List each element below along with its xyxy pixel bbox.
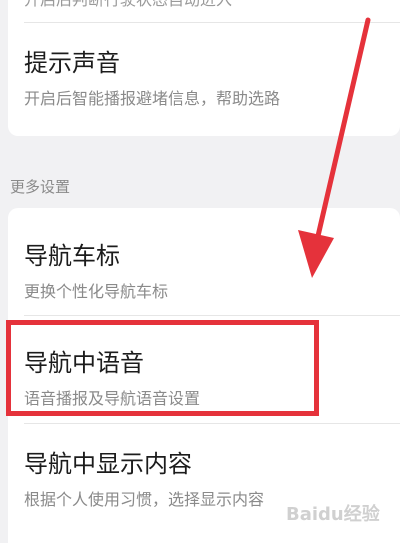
setting-item-prompt-sound[interactable]: 提示声音 开启后智能播报避堵信息，帮助选路 <box>8 23 400 131</box>
setting-item-title: 导航车标 <box>24 242 120 270</box>
settings-card-top: 开启后判断行驶状态自动进入 提示声音 开启后智能播报避堵信息，帮助选路 <box>8 0 400 136</box>
setting-item-nav-display-content[interactable]: 导航中显示内容 根据个人使用习惯，选择显示内容 <box>8 424 400 532</box>
partial-subtitle: 开启后判断行驶状态自动进入 <box>24 0 232 10</box>
settings-page: 开启后判断行驶状态自动进入 提示声音 开启后智能播报避堵信息，帮助选路 更多设置… <box>0 0 400 543</box>
setting-item-subtitle: 更换个性化导航车标 <box>24 282 169 301</box>
setting-item-subtitle: 根据个人使用习惯，选择显示内容 <box>24 490 265 509</box>
settings-card-more: 导航车标 更换个性化导航车标 导航中语音 语音播报及导航语音设置 导航中显示内容… <box>8 208 400 543</box>
setting-item-subtitle: 语音播报及导航语音设置 <box>24 389 201 408</box>
section-label-more-settings: 更多设置 <box>10 178 71 196</box>
setting-item-title: 提示声音 <box>24 49 120 77</box>
setting-item-nav-car-icon[interactable]: 导航车标 更换个性化导航车标 <box>8 208 400 316</box>
setting-item-title: 导航中语音 <box>24 349 144 377</box>
setting-item-nav-voice[interactable]: 导航中语音 语音播报及导航语音设置 <box>8 316 400 424</box>
setting-item-title: 导航中显示内容 <box>24 450 192 478</box>
setting-item-subtitle: 开启后智能播报避堵信息，帮助选路 <box>24 89 281 108</box>
